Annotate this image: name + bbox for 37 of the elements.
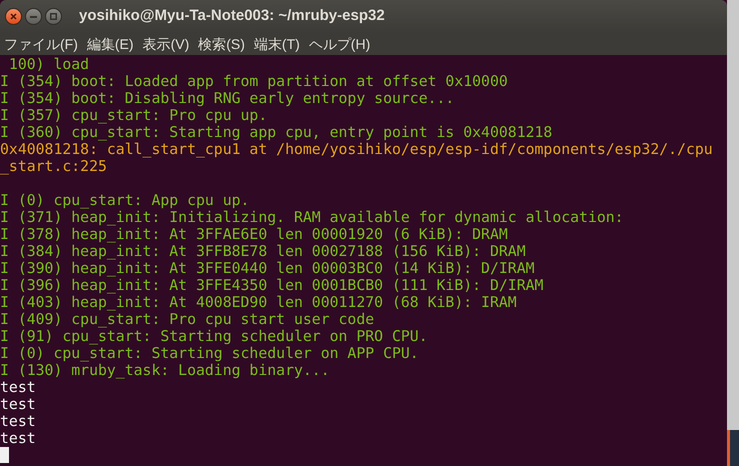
terminal-line: 0x40081218: call_start_cpu1 at /home/yosihiko/esp/esp-idf/components/esp32/./cpu <box>0 141 713 158</box>
menu-item[interactable]: 端末(T) <box>254 34 300 54</box>
terminal-line: I (371) heap_init: Initializing. RAM available for dynamic allocation: <box>0 209 624 226</box>
terminal-line: I (91) cpu_start: Starting scheduler on PRO CPU. <box>0 328 428 345</box>
terminal-line: I (354) boot: Disabling RNG early entropy source... <box>0 90 454 107</box>
minimize-icon <box>30 16 37 18</box>
terminal-line: I (354) boot: Loaded app from partition at offset 0x10000 <box>0 73 508 90</box>
terminal-line: test <box>0 413 36 430</box>
menu-item[interactable]: ファイル(F) <box>4 34 78 54</box>
terminal-line: test <box>0 379 36 396</box>
terminal-line: I (360) cpu_start: Starting app cpu, entry point is 0x40081218 <box>0 124 552 141</box>
close-button[interactable] <box>5 8 22 25</box>
maximize-button[interactable] <box>45 8 62 25</box>
terminal-line: I (0) cpu_start: Starting scheduler on APP CPU. <box>0 345 419 362</box>
menu-item[interactable]: 表示(V) <box>142 34 190 54</box>
maximize-icon <box>50 13 57 20</box>
terminal-line: I (390) heap_init: At 3FFE0440 len 00003BC0 (14 KiB): D/IRAM <box>0 260 535 277</box>
terminal-line: I (357) cpu_start: Pro cpu up. <box>0 107 268 124</box>
menu-item[interactable]: ヘルプ(H) <box>308 34 370 54</box>
terminal-line: I (409) cpu_start: Pro cpu start user code <box>0 311 374 328</box>
terminal-line: I (403) heap_init: At 4008ED90 len 00011270 (68 KiB): IRAM <box>0 294 517 311</box>
terminal-line: test <box>0 430 36 447</box>
terminal-line: I (0) cpu_start: App cpu up. <box>0 192 250 209</box>
desktop-panel <box>727 430 739 466</box>
terminal-line: test <box>0 396 36 413</box>
terminal-line: I (384) heap_init: At 3FFB8E78 len 00027188 (156 KiB): DRAM <box>0 243 526 260</box>
terminal-line: I (130) mruby_task: Loading binary... <box>0 362 330 379</box>
terminal-line: _start.c:225 <box>0 158 107 175</box>
menu-item[interactable]: 編集(E) <box>86 34 134 54</box>
cursor <box>0 447 9 463</box>
terminal-line: 100) load <box>8 56 90 73</box>
window-title: yosihiko@Myu-Ta-Note003: ~/mruby-esp32 <box>79 6 385 26</box>
terminal-line: I (378) heap_init: At 3FFAE6E0 len 00001920 (6 KiB): DRAM <box>0 226 508 243</box>
terminal-line: I (396) heap_init: At 3FFE4350 len 0001BCB0 (111 KiB): D/IRAM <box>0 277 544 294</box>
menu-item[interactable]: 検索(S) <box>198 34 245 54</box>
minimize-button[interactable] <box>25 8 42 25</box>
close-icon <box>10 13 17 20</box>
